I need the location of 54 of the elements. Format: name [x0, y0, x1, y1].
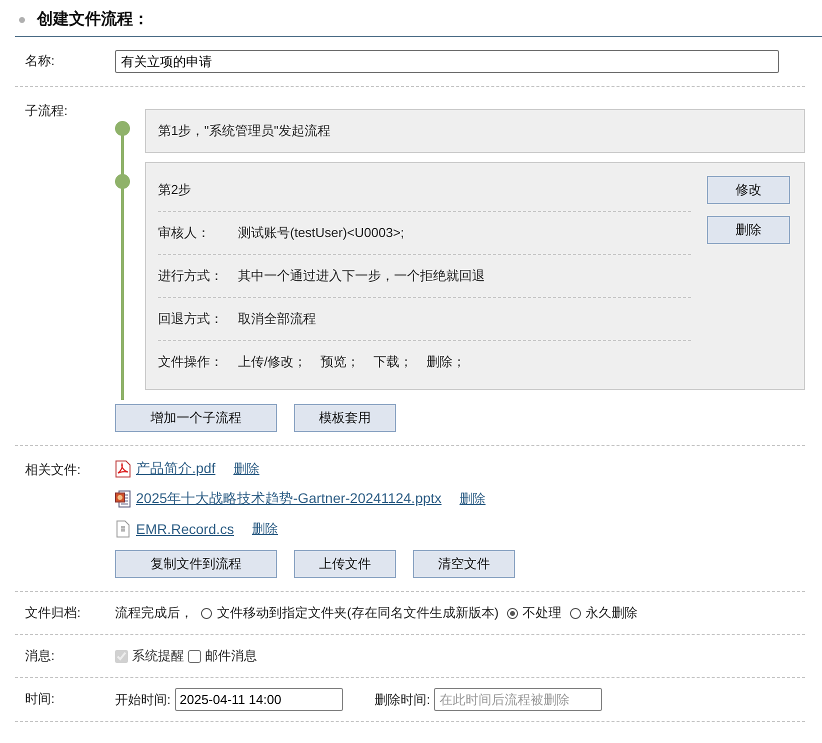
delete-link[interactable]: 删除 — [460, 490, 486, 508]
action-button[interactable]: 模板套用 — [294, 404, 396, 432]
action-button[interactable]: 上传文件 — [294, 550, 396, 578]
detail-value: 预览； — [320, 353, 360, 371]
archive-prefix: 流程完成后， — [115, 604, 193, 622]
action-button[interactable]: 复制文件到流程 — [115, 550, 277, 578]
step-button[interactable]: 删除 — [707, 216, 790, 244]
option-label: 系统提醒 — [132, 647, 184, 665]
detail-label: 审核人： — [158, 224, 211, 242]
detail-value: 取消全部流程 — [238, 310, 316, 328]
action-button[interactable]: 清空文件 — [413, 550, 515, 578]
name-field[interactable]: 有关立项的申请 — [115, 50, 779, 73]
option-label: 不处理 — [522, 604, 562, 622]
field-label: 时间: — [24, 690, 56, 708]
document-icon — [115, 520, 131, 538]
radio-button[interactable] — [201, 608, 212, 618]
field-label: 文件归档: — [24, 604, 82, 622]
checkbox[interactable] — [188, 650, 201, 662]
delete-link[interactable]: 删除 — [252, 520, 278, 538]
detail-value: 删除； — [426, 353, 466, 371]
timeline-dot — [115, 174, 130, 189]
field-label: 消息: — [24, 647, 56, 665]
step-button[interactable]: 修改 — [707, 176, 790, 204]
timeline-dot — [115, 121, 130, 136]
detail-label: 回退方式： — [158, 310, 224, 328]
field-label: 开始时间: — [115, 690, 171, 708]
detail-label: 进行方式： — [158, 267, 224, 285]
option-label: 永久删除 — [586, 604, 638, 622]
pdf-file-icon — [115, 460, 131, 478]
delete-time-field[interactable]: 在此时间后流程被删除 — [434, 688, 602, 711]
option-label: 文件移动到指定文件夹(存在同名文件生成新版本) — [217, 604, 499, 622]
detail-label: 文件操作： — [158, 353, 224, 371]
delete-link[interactable]: 删除 — [233, 460, 260, 478]
radio-button[interactable] — [506, 608, 518, 618]
file-link[interactable]: 2025年十大战略技术趋势-Gartner-20241124.pptx — [136, 490, 442, 508]
field-label: 相关文件: — [24, 461, 82, 479]
step-title: 第2步 — [158, 181, 192, 199]
detail-value: 测试账号(testUser)<U0003>; — [238, 224, 404, 242]
bullet-icon — [19, 16, 25, 22]
action-button[interactable]: 增加一个子流程 — [115, 404, 277, 432]
start-time-field[interactable]: 2025-04-11 14:00 — [174, 688, 343, 711]
file-link[interactable]: EMR.Record.cs — [136, 521, 234, 537]
file-link[interactable]: 产品简介.pdf — [136, 460, 216, 478]
detail-value: 其中一个通过进入下一步，一个拒绝就回退 — [238, 267, 485, 285]
detail-value: 上传/修改； — [238, 353, 307, 371]
field-label: 删除时间: — [374, 690, 430, 708]
presentation-file-icon — [115, 490, 131, 508]
step-text: 第1步，"系统管理员"发起流程 — [158, 123, 330, 138]
page-title: 创建文件流程： — [37, 9, 149, 30]
radio-button[interactable] — [570, 608, 581, 618]
field-label: 名称: — [24, 52, 56, 70]
field-label: 子流程: — [24, 102, 69, 120]
detail-value: 下载； — [374, 353, 413, 371]
option-label: 邮件消息 — [205, 647, 257, 665]
